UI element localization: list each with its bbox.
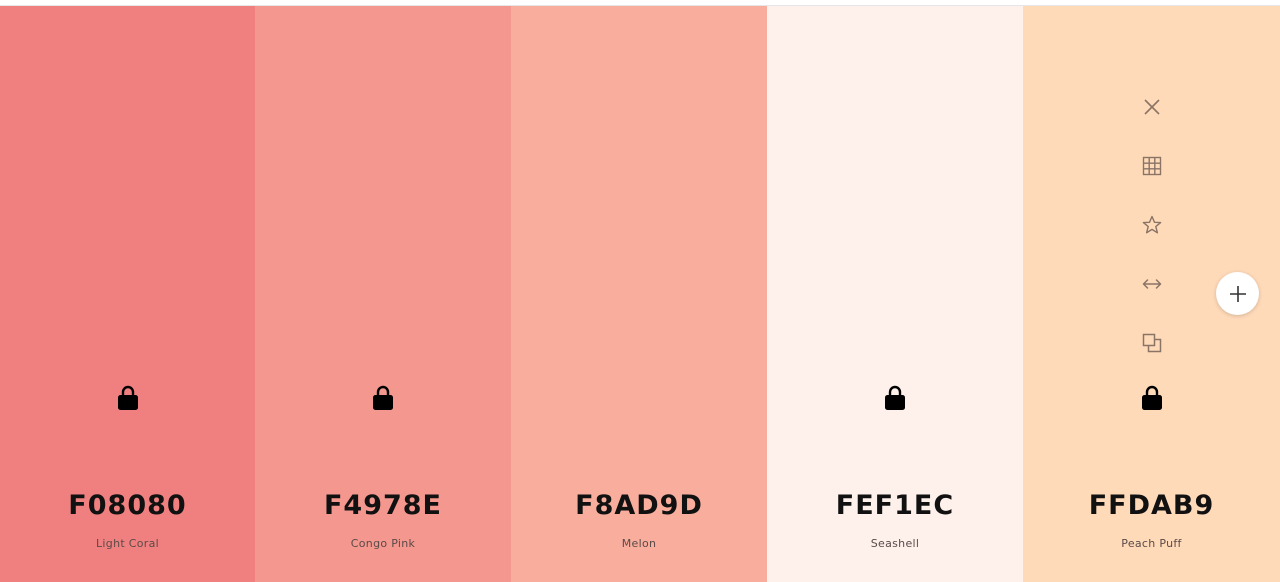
plus-icon: [1229, 285, 1246, 302]
add-color-button[interactable]: [1216, 272, 1259, 315]
swatch-name[interactable]: Melon: [511, 537, 767, 550]
swatch-hex[interactable]: FEF1EC: [767, 490, 1023, 521]
lock-icon[interactable]: [883, 384, 907, 412]
palette: F08080 Light Coral F4978E Congo Pink F8A…: [0, 5, 1280, 582]
swatch-congo-pink[interactable]: F4978E Congo Pink: [255, 6, 511, 582]
swatch-name[interactable]: Seashell: [767, 537, 1023, 550]
swatch-melon[interactable]: F8AD9D Melon: [511, 6, 767, 582]
lock-icon[interactable]: [1140, 384, 1164, 412]
swatch-hex[interactable]: F08080: [0, 490, 255, 521]
swatch-name[interactable]: Congo Pink: [255, 537, 511, 550]
swatch-toolbar: [1023, 92, 1280, 387]
copy-icon[interactable]: [1137, 328, 1167, 358]
lock-icon[interactable]: [371, 384, 395, 412]
swatch-hex[interactable]: F8AD9D: [511, 490, 767, 521]
close-icon[interactable]: [1137, 92, 1167, 122]
swatch-seashell[interactable]: FEF1EC Seashell: [767, 6, 1023, 582]
lock-icon[interactable]: [116, 384, 140, 412]
drag-arrows-icon[interactable]: [1137, 269, 1167, 299]
grid-icon[interactable]: [1137, 151, 1167, 181]
swatch-name[interactable]: Light Coral: [0, 537, 255, 550]
swatch-name[interactable]: Peach Puff: [1023, 537, 1280, 550]
swatch-light-coral[interactable]: F08080 Light Coral: [0, 6, 255, 582]
swatch-hex[interactable]: FFDAB9: [1023, 490, 1280, 521]
swatch-hex[interactable]: F4978E: [255, 490, 511, 521]
star-icon[interactable]: [1137, 210, 1167, 240]
